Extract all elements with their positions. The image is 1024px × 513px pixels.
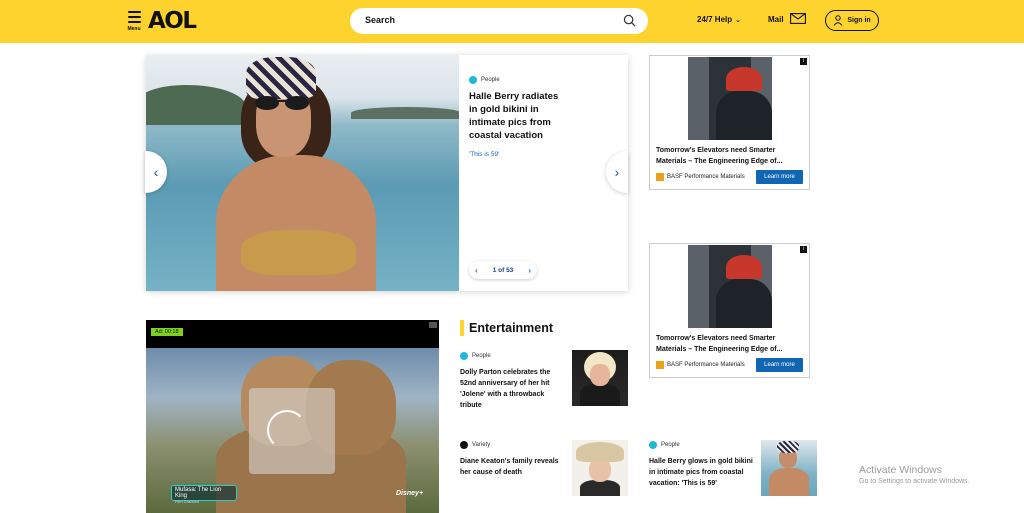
menu-button[interactable]: Menu	[125, 11, 143, 32]
learn-more-button[interactable]: Learn more	[756, 358, 803, 372]
hero-story[interactable]: People Halle Berry radiates in gold biki…	[459, 55, 628, 291]
story-thumbnail[interactable]	[572, 440, 628, 496]
entertainment-heading: Entertainment	[460, 320, 553, 336]
chevron-down-icon: ⌄	[735, 17, 742, 24]
chevron-left-icon: ‹	[153, 164, 159, 180]
ad-timer-badge: Ad: 00:18	[151, 328, 183, 336]
spinner-icon	[267, 410, 307, 450]
brand-logo-icon	[656, 361, 664, 369]
help-menu[interactable]: 24/7 Help ⌄	[697, 15, 741, 24]
ad-image[interactable]	[688, 245, 772, 328]
search-placeholder: Search	[365, 15, 396, 25]
sponsored-ad[interactable]: i Tomorrow's Elevators need Smarter Mate…	[649, 55, 810, 190]
pager-count: 1 of 53	[492, 266, 514, 274]
story-source: People	[469, 76, 500, 84]
hero-title[interactable]: Halle Berry radiates in gold bikini in i…	[469, 90, 569, 142]
people-logo-icon	[460, 352, 468, 360]
chevron-right-icon[interactable]: ›	[528, 266, 531, 275]
user-icon	[833, 15, 843, 26]
search-input[interactable]: Search	[350, 8, 648, 34]
story-title[interactable]: Dolly Parton celebrates the 52nd anniver…	[460, 367, 564, 411]
brand-logo-icon	[656, 173, 664, 181]
story-title[interactable]: Diane Keaton's family reveals her cause …	[460, 456, 568, 478]
mail-link[interactable]: Mail	[768, 12, 806, 24]
mail-icon	[789, 12, 806, 24]
ad-brand: BASF Performance Materials	[656, 173, 745, 181]
disney-plus-logo: Disney+	[396, 490, 424, 497]
ad-image[interactable]	[688, 57, 772, 140]
people-logo-icon	[469, 76, 477, 84]
activate-windows-watermark: Activate Windows Go to Settings to activ…	[859, 464, 970, 485]
story-title[interactable]: Halle Berry glows in gold bikini in inti…	[649, 456, 753, 489]
mail-label: Mail	[768, 15, 784, 24]
sign-in-button[interactable]: Sign in	[825, 10, 879, 31]
sponsored-ad[interactable]: i Tomorrow's Elevators need Smarter Mate…	[649, 243, 810, 378]
people-logo-icon	[649, 441, 657, 449]
story-source: People	[460, 352, 491, 360]
adchoices-icon[interactable]: i	[800, 58, 807, 65]
video-player[interactable]: Ad: 00:18 Mufasa: The Lion King Film Gra…	[146, 320, 439, 513]
story-thumbnail[interactable]	[761, 440, 817, 496]
ad-brand: BASF Performance Materials	[656, 361, 745, 369]
chevron-left-icon[interactable]: ‹	[475, 266, 478, 275]
carousel-pager: ‹ 1 of 53 ›	[469, 261, 537, 279]
top-header: Menu AOL Search 24/7 Help ⌄ Mail Sign in	[0, 0, 1024, 43]
learn-more-button[interactable]: Learn more	[756, 170, 803, 184]
help-label: 24/7 Help	[697, 15, 733, 24]
loading-overlay	[249, 388, 335, 474]
video-subtitle: Film Grabbed	[175, 499, 200, 504]
ad-title[interactable]: Tomorrow's Elevators need Smarter Materi…	[656, 146, 806, 167]
story-thumbnail[interactable]	[572, 350, 628, 406]
story-source: People	[649, 441, 680, 449]
sign-in-label: Sign in	[847, 17, 871, 24]
hero-image[interactable]	[146, 55, 459, 291]
chevron-right-icon: ›	[614, 164, 620, 180]
adchoices-icon[interactable]: i	[800, 246, 807, 253]
aol-logo[interactable]: AOL	[148, 8, 197, 34]
video-title-card[interactable]: Mufasa: The Lion King Film Grabbed	[171, 485, 237, 504]
story-source: Variety	[460, 441, 490, 449]
hamburger-icon	[127, 11, 141, 13]
variety-logo-icon	[460, 441, 468, 449]
video-title: Mufasa: The Lion King	[175, 487, 222, 499]
hero-quote[interactable]: 'This is 59'	[469, 151, 499, 158]
adchoices-icon[interactable]	[429, 322, 437, 328]
ad-title[interactable]: Tomorrow's Elevators need Smarter Materi…	[656, 334, 806, 355]
search-icon[interactable]	[623, 14, 636, 27]
hero-carousel[interactable]: People Halle Berry radiates in gold biki…	[146, 55, 628, 291]
menu-label: Menu	[127, 26, 141, 32]
